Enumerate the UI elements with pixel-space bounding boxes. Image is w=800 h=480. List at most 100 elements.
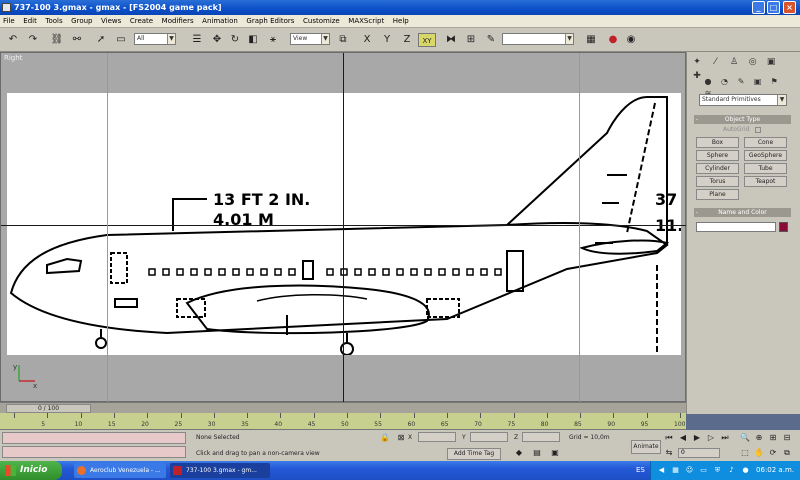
absolute-mode-icon[interactable]: ⊠ bbox=[396, 433, 406, 443]
name-color-rollout[interactable]: - Name and Color bbox=[694, 208, 791, 217]
display-tab-icon[interactable]: ▣ bbox=[763, 55, 779, 69]
tray-antivirus-icon[interactable]: ● bbox=[741, 466, 750, 475]
viewport-right[interactable]: Right 13 FT 2 IN. 4.01 M 37 11. y x bbox=[0, 52, 687, 403]
maximize-button[interactable]: □ bbox=[767, 1, 780, 14]
plane-button[interactable]: Plane bbox=[696, 189, 739, 200]
menu-help[interactable]: Help bbox=[390, 15, 412, 28]
named-selection-dropdown[interactable]: ▼ bbox=[502, 33, 574, 45]
menu-file[interactable]: File bbox=[0, 15, 18, 28]
select-arrow-icon[interactable]: ➚ bbox=[94, 33, 108, 47]
object-name-field[interactable] bbox=[696, 222, 776, 232]
tray-monitor-icon[interactable]: ▭ bbox=[699, 466, 708, 475]
primitive-category-dropdown[interactable]: Standard Primitives ▼ bbox=[699, 94, 787, 106]
start-button[interactable]: Inicio bbox=[0, 461, 62, 480]
motion-tab-icon[interactable]: ◎ bbox=[745, 55, 761, 69]
menu-create[interactable]: Create bbox=[127, 15, 156, 28]
y-coordinate-field[interactable] bbox=[470, 432, 508, 442]
axis-x-button[interactable]: X bbox=[360, 33, 374, 47]
pan-hand-icon[interactable]: ✋ bbox=[754, 448, 764, 458]
task-aeroclub[interactable]: Aeroclub Venezuela - ... bbox=[74, 463, 166, 478]
undo-icon[interactable]: ↶ bbox=[6, 33, 20, 47]
torus-button[interactable]: Torus bbox=[696, 176, 739, 187]
next-frame-icon[interactable]: ▷ bbox=[706, 433, 716, 443]
select-by-name-icon[interactable]: ☰ bbox=[190, 33, 204, 47]
grid-icon[interactable]: ▦ bbox=[584, 33, 598, 47]
lights-icon[interactable]: ✎ bbox=[734, 76, 748, 88]
axis-xy-button[interactable]: XY bbox=[418, 33, 436, 47]
lock-selection-icon[interactable]: 🔒 bbox=[380, 433, 390, 443]
close-button[interactable]: × bbox=[783, 1, 796, 14]
time-slider-thumb[interactable]: 0 / 100 bbox=[6, 404, 91, 413]
geosphere-button[interactable]: GeoSphere bbox=[744, 150, 787, 161]
material-icon[interactable]: ✎ bbox=[484, 33, 498, 47]
cameras-icon[interactable]: ▣ bbox=[751, 76, 765, 88]
play-icon[interactable]: ▶ bbox=[692, 433, 702, 443]
maxscript-listener-output[interactable] bbox=[2, 446, 186, 458]
autogrid-checkbox[interactable] bbox=[755, 126, 762, 133]
menu-tools[interactable]: Tools bbox=[42, 15, 65, 28]
unlink-icon[interactable]: ⚯ bbox=[70, 33, 84, 47]
time-slider[interactable]: 0 / 100 bbox=[0, 402, 686, 413]
cylinder-button[interactable]: Cylinder bbox=[696, 163, 739, 174]
set-key-icon[interactable]: ▤ bbox=[532, 448, 542, 458]
animate-button[interactable]: Animate bbox=[631, 440, 661, 454]
cone-button[interactable]: Cone bbox=[744, 137, 787, 148]
menu-group[interactable]: Group bbox=[68, 15, 95, 28]
region-select-icon[interactable]: ▭ bbox=[114, 33, 128, 47]
maxscript-listener-mini[interactable] bbox=[2, 432, 186, 444]
go-to-start-icon[interactable]: ⏮ bbox=[664, 433, 674, 443]
tray-shield-icon[interactable]: ⛨ bbox=[713, 466, 722, 475]
add-time-tag-button[interactable]: Add Time Tag bbox=[447, 448, 501, 460]
create-tab-icon[interactable]: ✦ bbox=[689, 55, 705, 69]
key-filters-icon[interactable]: ▣ bbox=[550, 448, 560, 458]
move-icon[interactable]: ✥ bbox=[210, 33, 224, 47]
go-to-end-icon[interactable]: ⏭ bbox=[720, 433, 730, 443]
align-icon[interactable]: ⊞ bbox=[464, 33, 478, 47]
task-gmax[interactable]: 737-100 3.gmax - gm... bbox=[170, 463, 270, 478]
teapot-button[interactable]: Teapot bbox=[744, 176, 787, 187]
tray-messenger-icon[interactable]: ☺ bbox=[685, 466, 694, 475]
language-indicator[interactable]: ES bbox=[636, 461, 645, 480]
sphere-button[interactable]: Sphere bbox=[696, 150, 739, 161]
zoom-icon[interactable]: 🔍 bbox=[740, 433, 750, 443]
axis-y-button[interactable]: Y bbox=[380, 33, 394, 47]
reference-coord-dropdown[interactable]: View ▼ bbox=[290, 33, 330, 45]
scale-icon[interactable]: ◧ bbox=[246, 33, 260, 47]
tube-button[interactable]: Tube bbox=[744, 163, 787, 174]
object-type-rollout[interactable]: - Object Type bbox=[694, 115, 791, 124]
quick-render-icon[interactable]: ◉ bbox=[624, 33, 638, 47]
zoom-all-icon[interactable]: ⊕ bbox=[754, 433, 764, 443]
key-mode-icon[interactable]: ◆ bbox=[514, 448, 524, 458]
menu-views[interactable]: Views bbox=[98, 15, 124, 28]
x-coordinate-field[interactable] bbox=[418, 432, 456, 442]
redo-icon[interactable]: ↷ bbox=[26, 33, 40, 47]
minimize-button[interactable]: _ bbox=[752, 1, 765, 14]
viewport-label[interactable]: Right bbox=[4, 54, 22, 62]
link-icon[interactable]: ⛓ bbox=[50, 33, 64, 47]
zoom-extents-icon[interactable]: ⊞ bbox=[768, 433, 778, 443]
tray-chevron-icon[interactable]: ◀ bbox=[657, 466, 666, 475]
hierarchy-tab-icon[interactable]: ♙ bbox=[726, 55, 742, 69]
axis-z-button[interactable]: Z bbox=[400, 33, 414, 47]
box-button[interactable]: Box bbox=[696, 137, 739, 148]
geometry-icon[interactable]: ● bbox=[701, 76, 715, 88]
rotate-icon[interactable]: ↻ bbox=[228, 33, 242, 47]
arc-rotate-icon[interactable]: ⟳ bbox=[768, 448, 778, 458]
app-icon[interactable] bbox=[2, 3, 11, 12]
maximize-viewport-icon[interactable]: ⧉ bbox=[782, 448, 792, 458]
tray-volume-icon[interactable]: ♪ bbox=[727, 466, 736, 475]
current-frame-field[interactable]: 0 bbox=[678, 448, 720, 458]
menu-customize[interactable]: Customize bbox=[300, 15, 343, 28]
selection-filter-dropdown[interactable]: All ▼ bbox=[134, 33, 176, 45]
mirror-icon[interactable]: ⧓ bbox=[444, 33, 458, 47]
object-color-swatch[interactable] bbox=[779, 222, 788, 232]
menu-graph-editors[interactable]: Graph Editors bbox=[243, 15, 297, 28]
key-mode-toggle-icon[interactable]: ⇆ bbox=[664, 448, 674, 458]
tray-network-icon[interactable]: ▦ bbox=[671, 466, 680, 475]
region-zoom-icon[interactable]: ⬚ bbox=[740, 448, 750, 458]
helpers-icon[interactable]: ⚑ bbox=[767, 76, 781, 88]
snap-icon[interactable]: ⚹ bbox=[266, 33, 280, 47]
menu-edit[interactable]: Edit bbox=[20, 15, 40, 28]
pivot-center-icon[interactable]: ⧉ bbox=[336, 33, 350, 47]
render-teapot-icon[interactable]: ● bbox=[606, 33, 620, 47]
